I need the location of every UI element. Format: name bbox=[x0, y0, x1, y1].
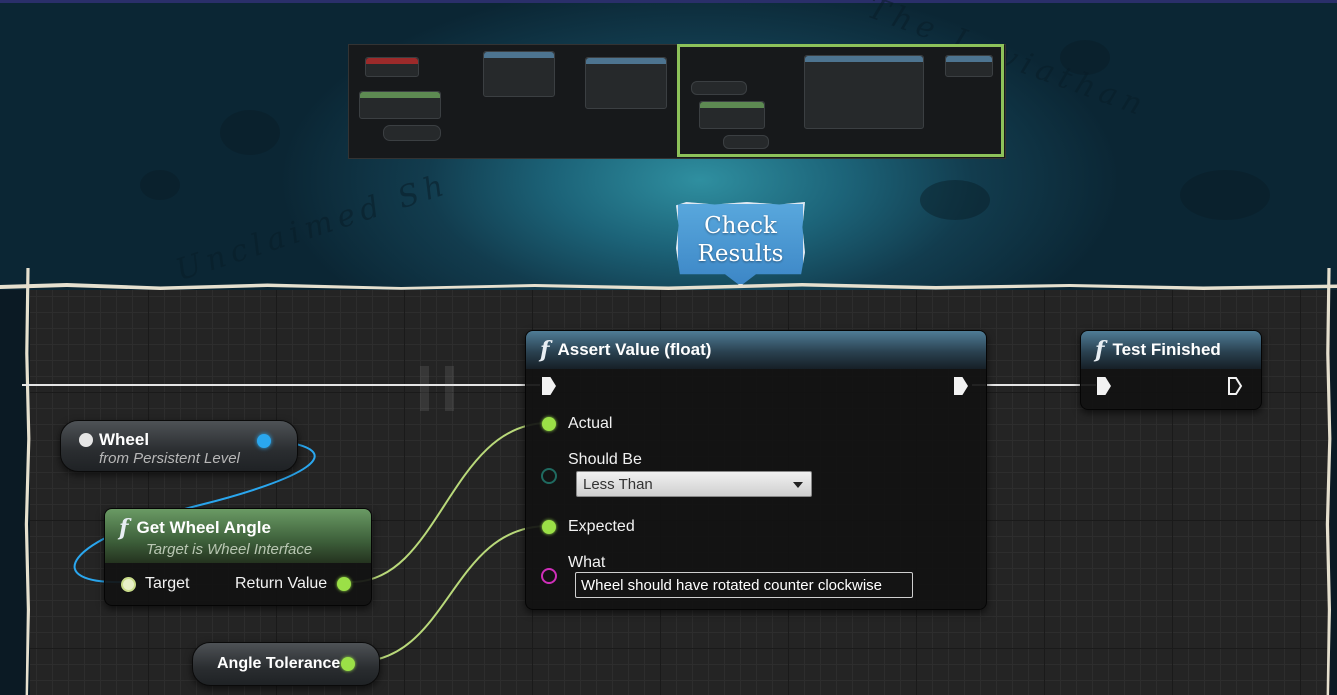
actual-pin[interactable] bbox=[542, 417, 556, 431]
thumbnail-highlight bbox=[677, 44, 1004, 157]
should-be-pin[interactable] bbox=[541, 468, 557, 484]
map-decoration bbox=[1180, 170, 1270, 220]
get-wheel-angle-node[interactable]: f Get Wheel Angle Target is Wheel Interf… bbox=[104, 508, 372, 606]
function-icon: f bbox=[119, 514, 129, 541]
target-pin-label: Target bbox=[145, 575, 190, 592]
thumb-node-wheel bbox=[383, 125, 441, 141]
test-finished-header: f Test Finished bbox=[1081, 331, 1261, 369]
test-finished-title: Test Finished bbox=[1112, 340, 1221, 359]
thumb-node-get-player bbox=[359, 91, 441, 119]
return-value-pin-label: Return Value bbox=[235, 575, 328, 592]
function-icon: f bbox=[540, 337, 550, 363]
thumb-node-apply-input bbox=[585, 57, 667, 109]
function-icon: f bbox=[1095, 337, 1105, 363]
assert-value-title: Assert Value (float) bbox=[557, 340, 712, 359]
get-wheel-angle-header: f Get Wheel Angle Target is Wheel Interf… bbox=[105, 509, 371, 563]
chevron-down-icon bbox=[793, 482, 803, 488]
reroute-marker bbox=[420, 366, 429, 411]
reroute-marker bbox=[445, 366, 454, 411]
thumb-node-event bbox=[365, 57, 419, 77]
what-pin-label: What bbox=[568, 554, 606, 571]
angle-tolerance-node[interactable]: Angle Tolerance bbox=[192, 642, 380, 686]
expected-pin[interactable] bbox=[542, 520, 556, 534]
angle-tolerance-pin[interactable] bbox=[341, 657, 355, 671]
should-be-dropdown[interactable]: Less Than bbox=[576, 471, 812, 497]
target-input-pin[interactable] bbox=[121, 577, 136, 592]
wheel-node-title: Wheel bbox=[99, 430, 150, 449]
map-decoration bbox=[140, 170, 180, 200]
assert-value-header: f Assert Value (float) bbox=[526, 331, 986, 369]
get-wheel-angle-title: Get Wheel Angle bbox=[136, 517, 271, 537]
exec-output-pin[interactable] bbox=[954, 377, 968, 395]
slide-banner: Unclaimed Sh The Leviathan Check Results bbox=[0, 0, 1337, 290]
get-wheel-angle-subtitle: Target is Wheel Interface bbox=[146, 540, 313, 558]
wheel-node-bullet bbox=[79, 433, 93, 447]
wheel-output-pin[interactable] bbox=[257, 434, 271, 448]
exec-input-pin[interactable] bbox=[542, 377, 556, 395]
map-label-unclaimed: Unclaimed Sh bbox=[171, 166, 454, 289]
exec-input-pin[interactable] bbox=[1097, 377, 1111, 395]
badge-line-1: Check bbox=[704, 213, 777, 239]
map-decoration bbox=[220, 110, 280, 155]
should-be-pin-label: Should Be bbox=[568, 451, 642, 468]
what-text-field[interactable]: Wheel should have rotated counter clockw… bbox=[575, 572, 913, 598]
check-results-badge: Check Results bbox=[676, 202, 805, 286]
exec-output-pin[interactable] bbox=[1227, 376, 1243, 396]
thumb-node-set-enabled bbox=[483, 51, 555, 97]
assert-value-node[interactable]: f Assert Value (float) Actual Should Be … bbox=[525, 330, 987, 610]
expected-pin-label: Expected bbox=[568, 518, 635, 535]
wheel-variable-node[interactable]: Wheel from Persistent Level bbox=[60, 420, 298, 472]
angle-tolerance-title: Angle Tolerance bbox=[217, 655, 341, 672]
map-decoration bbox=[920, 180, 990, 220]
actual-pin-label: Actual bbox=[568, 415, 613, 432]
badge-line-2: Results bbox=[697, 241, 784, 267]
what-pin[interactable] bbox=[541, 568, 557, 584]
top-border bbox=[0, 0, 1337, 3]
test-finished-node[interactable]: f Test Finished bbox=[1080, 330, 1262, 410]
return-value-pin[interactable] bbox=[337, 577, 351, 591]
should-be-dropdown-value: Less Than bbox=[583, 476, 653, 493]
wheel-node-subtitle: from Persistent Level bbox=[99, 450, 240, 467]
